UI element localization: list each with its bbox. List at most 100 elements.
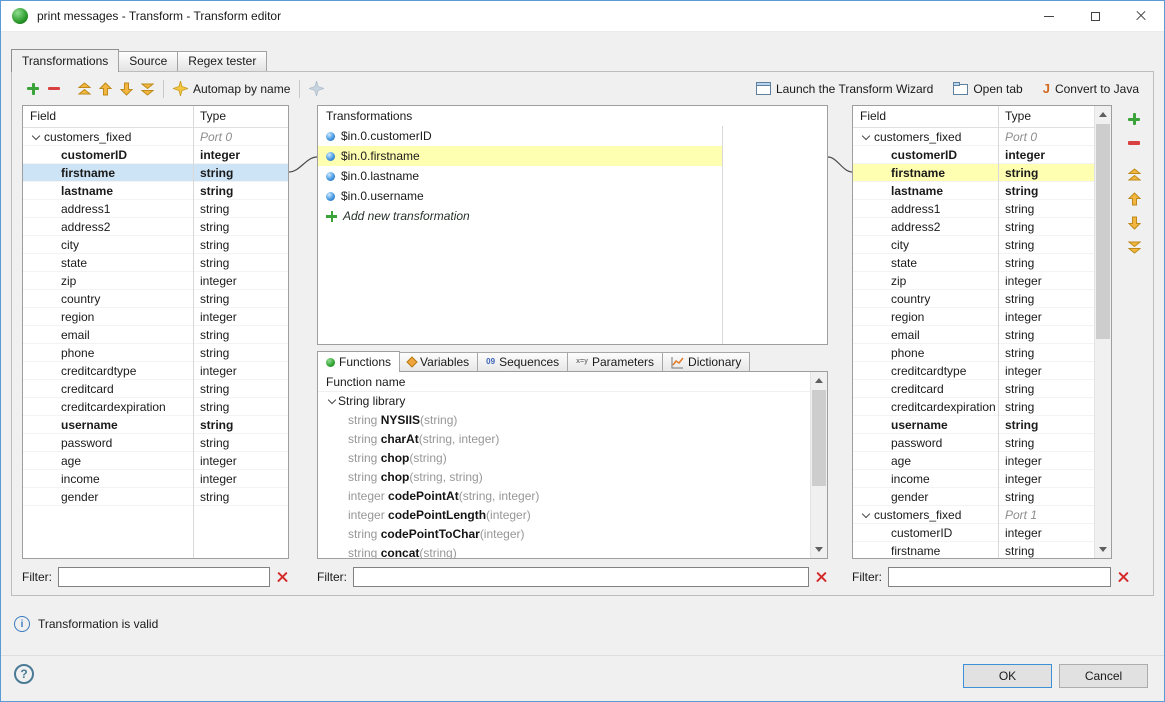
move-field-down-button[interactable] — [1120, 211, 1148, 235]
field-row-creditcard[interactable]: creditcardstring — [23, 380, 288, 398]
tab-dictionary[interactable]: Dictionary — [662, 352, 750, 371]
add-new-transformation[interactable]: Add new transformation — [318, 206, 722, 226]
function-item[interactable]: string chop(string, string) — [318, 468, 810, 487]
clear-filter-icon[interactable] — [276, 570, 289, 583]
tab-variables[interactable]: Variables — [399, 352, 478, 371]
field-row-address2[interactable]: address2string — [23, 218, 288, 236]
maximize-button[interactable] — [1072, 1, 1118, 31]
field-row-creditcardtype[interactable]: creditcardtypeinteger — [853, 362, 1094, 380]
field-column-header[interactable]: Field — [853, 106, 998, 127]
type-column-header[interactable]: Type — [193, 106, 288, 127]
help-button[interactable]: ? — [14, 664, 34, 684]
field-row-lastname[interactable]: lastnamestring — [853, 182, 1094, 200]
field-row-creditcardtype[interactable]: creditcardtypeinteger — [23, 362, 288, 380]
field-row-city[interactable]: citystring — [853, 236, 1094, 254]
ok-button[interactable]: OK — [963, 664, 1052, 688]
minimize-button[interactable] — [1026, 1, 1072, 31]
function-item[interactable]: string charAt(string, integer) — [318, 430, 810, 449]
field-row-username[interactable]: usernamestring — [853, 416, 1094, 434]
field-row-phone[interactable]: phonestring — [23, 344, 288, 362]
move-down-button[interactable] — [116, 77, 137, 101]
field-row-age[interactable]: ageinteger — [23, 452, 288, 470]
close-button[interactable] — [1118, 1, 1164, 31]
scrollbar-thumb[interactable] — [1096, 124, 1110, 339]
input-filter-field[interactable] — [58, 567, 270, 587]
tab-parameters[interactable]: x=yParameters — [567, 352, 663, 371]
transformation-item[interactable]: $in.0.lastname — [318, 166, 722, 186]
remove-transformation-button[interactable] — [44, 77, 64, 101]
output-filter-field[interactable] — [888, 567, 1111, 587]
function-item[interactable]: string NYSIIS(string) — [318, 411, 810, 430]
field-row-firstname[interactable]: firstnamestring — [23, 164, 288, 182]
field-row-country[interactable]: countrystring — [853, 290, 1094, 308]
tab-source[interactable]: Source — [118, 51, 178, 71]
function-name-header[interactable]: Function name — [318, 372, 827, 392]
scroll-up-button[interactable] — [1095, 106, 1111, 123]
cancel-button[interactable]: Cancel — [1059, 664, 1148, 688]
function-item[interactable]: string chop(string) — [318, 449, 810, 468]
field-column-header[interactable]: Field — [23, 106, 193, 127]
functions-scrollbar[interactable] — [810, 372, 827, 558]
titlebar[interactable]: print messages - Transform - Transform e… — [1, 1, 1164, 32]
tab-transformations[interactable]: Transformations — [11, 49, 119, 72]
field-row-age[interactable]: ageinteger — [853, 452, 1094, 470]
tab-sequences[interactable]: 09Sequences — [477, 352, 568, 371]
field-row-city[interactable]: citystring — [23, 236, 288, 254]
function-item[interactable]: string codePointToChar(integer) — [318, 525, 810, 544]
scroll-down-button[interactable] — [811, 541, 827, 558]
field-row-firstname[interactable]: firstnamestring — [853, 542, 1094, 559]
field-row-password[interactable]: passwordstring — [853, 434, 1094, 452]
tree-expander-icon[interactable] — [860, 509, 872, 521]
field-row-phone[interactable]: phonestring — [853, 344, 1094, 362]
function-item[interactable]: string concat(string) — [318, 544, 810, 558]
field-row-creditcardexpiration[interactable]: creditcardexpirationstring — [23, 398, 288, 416]
move-bottom-button[interactable] — [137, 77, 158, 101]
automap-by-name-button[interactable]: Automap by name — [169, 77, 294, 101]
field-row-address2[interactable]: address2string — [853, 218, 1094, 236]
scroll-down-button[interactable] — [1095, 541, 1111, 558]
tab-functions[interactable]: Functions — [317, 351, 400, 372]
field-row-zip[interactable]: zipinteger — [23, 272, 288, 290]
field-row-income[interactable]: incomeinteger — [853, 470, 1094, 488]
move-field-up-button[interactable] — [1120, 187, 1148, 211]
field-row-income[interactable]: incomeinteger — [23, 470, 288, 488]
record-row[interactable]: customers_fixedPort 0 — [853, 128, 1094, 146]
transformation-item[interactable]: $in.0.customerID — [318, 126, 722, 146]
field-row-customerID[interactable]: customerIDinteger — [23, 146, 288, 164]
convert-to-java-button[interactable]: J Convert to Java — [1039, 77, 1143, 101]
automap-options-button[interactable] — [305, 77, 328, 101]
transformation-item[interactable]: $in.0.username — [318, 186, 722, 206]
tab-regex-tester[interactable]: Regex tester — [177, 51, 267, 71]
open-tab-button[interactable]: Open tab — [949, 77, 1026, 101]
field-row-customerID[interactable]: customerIDinteger — [853, 524, 1094, 542]
field-row-zip[interactable]: zipinteger — [853, 272, 1094, 290]
field-row-creditcard[interactable]: creditcardstring — [853, 380, 1094, 398]
field-row-region[interactable]: regioninteger — [853, 308, 1094, 326]
field-row-password[interactable]: passwordstring — [23, 434, 288, 452]
field-row-customerID[interactable]: customerIDinteger — [853, 146, 1094, 164]
field-row-region[interactable]: regioninteger — [23, 308, 288, 326]
tree-expander-icon[interactable] — [860, 131, 872, 143]
field-row-email[interactable]: emailstring — [23, 326, 288, 344]
transformations-filter-field[interactable] — [353, 567, 809, 587]
launch-transform-wizard-button[interactable]: Launch the Transform Wizard — [752, 77, 937, 101]
field-row-address1[interactable]: address1string — [23, 200, 288, 218]
remove-output-field-button[interactable] — [1120, 131, 1148, 155]
add-transformation-button[interactable] — [22, 77, 44, 101]
field-row-firstname[interactable]: firstnamestring — [853, 164, 1094, 182]
tree-expander-icon[interactable] — [326, 395, 338, 407]
field-row-username[interactable]: usernamestring — [23, 416, 288, 434]
field-row-state[interactable]: statestring — [853, 254, 1094, 272]
field-row-gender[interactable]: genderstring — [853, 488, 1094, 506]
field-row-creditcardexpiration[interactable]: creditcardexpirationstring — [853, 398, 1094, 416]
field-row-email[interactable]: emailstring — [853, 326, 1094, 344]
function-item[interactable]: integer codePointAt(string, integer) — [318, 487, 810, 506]
clear-filter-icon[interactable] — [815, 570, 828, 583]
function-item[interactable]: integer codePointLength(integer) — [318, 506, 810, 525]
move-top-button[interactable] — [74, 77, 95, 101]
scroll-up-button[interactable] — [811, 372, 827, 389]
transformation-item[interactable]: $in.0.firstname — [318, 146, 722, 166]
move-field-top-button[interactable] — [1120, 163, 1148, 187]
field-row-state[interactable]: statestring — [23, 254, 288, 272]
move-field-bottom-button[interactable] — [1120, 235, 1148, 259]
